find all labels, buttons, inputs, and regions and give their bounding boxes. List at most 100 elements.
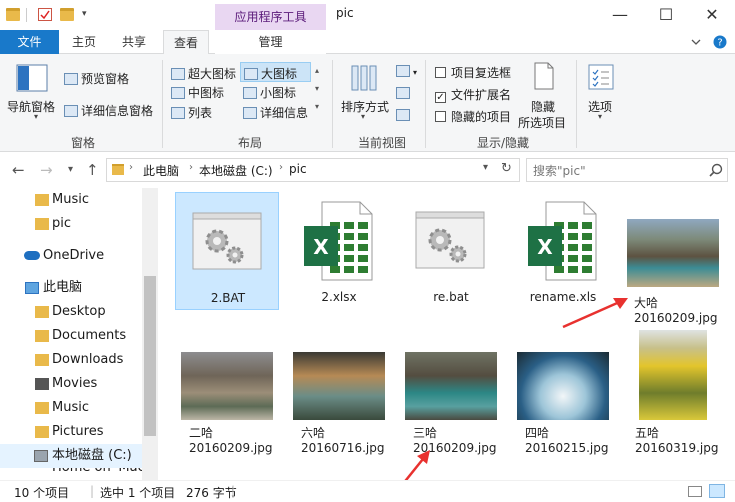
music-folder-icon [35, 194, 49, 206]
help-icon[interactable]: ? [713, 35, 727, 49]
recent-locations-icon[interactable]: ▾ [68, 164, 73, 175]
details-pane-button[interactable]: 详细信息窗格 [64, 102, 153, 119]
divider [26, 8, 27, 22]
tab-file[interactable]: 文件 [0, 30, 59, 54]
layout-small-icons[interactable]: 小图标 [243, 84, 296, 101]
add-columns-icon [396, 87, 410, 99]
item-checkboxes-toggle[interactable]: 项目复选框 [435, 64, 511, 81]
details-view-icon[interactable] [688, 486, 702, 497]
layout-medium-icons[interactable]: 中图标 [171, 84, 224, 101]
quick-access-dropdown-icon[interactable]: ▾ [82, 8, 96, 21]
group-by-button[interactable]: ▾ [396, 64, 417, 78]
breadcrumb-this-pc[interactable]: 此电脑 [143, 162, 179, 179]
size-columns-button[interactable] [396, 108, 413, 122]
sidebar-item-music[interactable]: Music [0, 188, 142, 212]
tab-share[interactable]: 共享 [116, 30, 152, 54]
sidebar-item-home-mac[interactable]: Home on 'Mac' [0, 468, 142, 480]
search-icon[interactable] [709, 163, 723, 177]
details-pane-label: 详细信息窗格 [81, 104, 154, 118]
sidebar-item-label: Downloads [52, 352, 124, 367]
red-arrow-2 [404, 450, 430, 480]
group-by-icon [396, 65, 410, 77]
breadcrumb-local-disk[interactable]: 本地磁盘 (C:) [199, 162, 273, 179]
address-bar[interactable]: › 此电脑 › 本地磁盘 (C:) › pic ▾ ↻ [106, 158, 520, 182]
up-arrow-icon[interactable]: ↑ [86, 161, 99, 179]
back-arrow-icon[interactable]: ← [12, 161, 25, 179]
close-button[interactable]: ✕ [689, 0, 735, 30]
group-label-current-view: 当前视图 [357, 136, 406, 150]
tab-home[interactable]: 主页 [66, 30, 102, 54]
forward-arrow-icon[interactable]: → [40, 161, 53, 179]
drive-icon [34, 450, 48, 462]
sidebar-item-pictures[interactable]: Pictures [0, 420, 142, 444]
checkbox-unchecked[interactable] [435, 67, 446, 78]
search-input[interactable]: 搜索"pic" [533, 162, 586, 179]
tab-manage[interactable]: 管理 [215, 30, 326, 54]
checkbox-label: 隐藏的项目 [451, 110, 512, 124]
refresh-icon[interactable]: ↻ [501, 161, 512, 176]
folder-icon [112, 164, 124, 175]
tab-view[interactable]: 查看 [163, 30, 209, 55]
layout-label: 超大图标 [188, 67, 237, 81]
file-extensions-toggle[interactable]: ✓ 文件扩展名 [435, 86, 511, 103]
title-bar: ▾ 应用程序工具 pic — ☐ ✕ [0, 0, 735, 30]
navigation-pane-button[interactable]: 导航窗格 [7, 98, 55, 115]
maximize-button[interactable]: ☐ [643, 0, 689, 30]
collapse-ribbon-icon[interactable] [689, 35, 703, 49]
pictures-folder-icon [35, 426, 49, 438]
sidebar-item-downloads[interactable]: Downloads [0, 348, 142, 372]
divider [162, 60, 163, 148]
chevron-right-icon: › [189, 162, 193, 173]
status-item-count: 10 个项目 [14, 486, 70, 500]
music-folder-icon [35, 402, 49, 414]
navigation-pane: Music pic OneDrive 此电脑 Desktop Documents… [0, 188, 158, 480]
sidebar-item-movies[interactable]: Movies [0, 372, 142, 396]
options-icon[interactable] [588, 64, 614, 90]
layout-scroll-buttons[interactable]: ▴ ▾ ▾ [315, 62, 319, 116]
search-box[interactable]: 搜索"pic" [526, 158, 728, 182]
new-folder-icon[interactable] [60, 8, 74, 21]
hide-selected-label-1[interactable]: 隐藏 [531, 98, 555, 115]
sidebar-item-documents[interactable]: Documents [0, 324, 142, 348]
documents-folder-icon [35, 330, 49, 342]
add-columns-button[interactable] [396, 86, 413, 100]
layout-details[interactable]: 详细信息 [243, 104, 308, 121]
sidebar-scrollbar[interactable] [142, 188, 158, 480]
red-arrow-1 [562, 298, 628, 329]
large-icons-view-icon[interactable] [709, 484, 725, 498]
sidebar-item-onedrive[interactable]: OneDrive [0, 244, 142, 268]
layout-list[interactable]: 列表 [171, 104, 212, 121]
sidebar-item-label: OneDrive [43, 248, 105, 263]
address-dropdown-icon[interactable]: ▾ [483, 162, 488, 173]
checkbox-checked[interactable]: ✓ [435, 92, 446, 103]
layout-label: 详细信息 [260, 106, 309, 120]
divider [576, 60, 577, 148]
preview-pane-button[interactable]: 预览窗格 [64, 70, 129, 87]
properties-icon[interactable] [38, 8, 52, 21]
hide-selected-icon[interactable] [534, 62, 554, 90]
ribbon: 导航窗格 ▾ 预览窗格 详细信息窗格 窗格 超大图标 大图标 中图标 小图标 列… [0, 54, 735, 152]
sidebar-item-local-disk[interactable]: 本地磁盘 (C:) [0, 444, 142, 468]
navigation-pane-icon[interactable] [16, 64, 48, 92]
sidebar-item-label: Music [52, 400, 89, 415]
divider [332, 60, 333, 148]
checkbox-unchecked[interactable] [435, 111, 446, 122]
layout-extra-large-icons[interactable]: 超大图标 [171, 65, 236, 82]
scrollbar-thumb[interactable] [144, 276, 156, 436]
sidebar-item-pic[interactable]: pic [0, 212, 142, 236]
divider: | [231, 484, 236, 498]
breadcrumb-pic[interactable]: pic [289, 162, 307, 176]
checkbox-label: 文件扩展名 [451, 88, 512, 102]
sidebar-item-label: Home on 'Mac' [52, 468, 142, 480]
minimize-button[interactable]: — [597, 0, 643, 30]
hide-selected-label-2[interactable]: 所选项目 [518, 114, 566, 131]
file-list: 2.BAT X 2.xlsx re.bat X rename.xls 大哈 20… [158, 188, 735, 480]
sidebar-item-this-pc[interactable]: 此电脑 [0, 276, 142, 300]
layout-label: 列表 [188, 106, 213, 120]
layout-large-icons[interactable]: 大图标 [240, 62, 311, 82]
sidebar-item-music-2[interactable]: Music [0, 396, 142, 420]
sort-by-icon[interactable] [350, 64, 378, 92]
hidden-items-toggle[interactable]: 隐藏的项目 [435, 108, 511, 125]
sidebar-item-label: Documents [52, 328, 127, 343]
sidebar-item-desktop[interactable]: Desktop [0, 300, 142, 324]
